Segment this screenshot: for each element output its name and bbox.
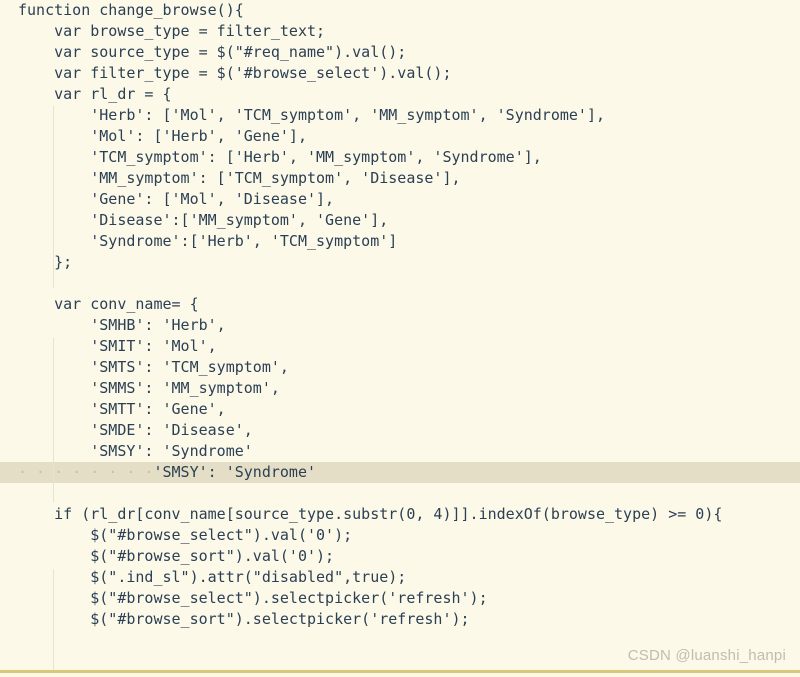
code-line-text: 'SMTS': 'TCM_symptom', (18, 358, 289, 376)
code-line-text: 'Gene': ['Mol', 'Disease'], (18, 190, 335, 208)
code-line-text: 'Herb': ['Mol', 'TCM_symptom', 'MM_sympt… (18, 106, 605, 124)
code-line-text: 'SMTT': 'Gene', (18, 400, 226, 418)
code-line[interactable]: function change_browse(){ (0, 0, 800, 21)
code-line-text: 'SMHB': 'Herb', (18, 316, 226, 334)
code-line-text: 'SMMS': 'MM_symptom', (18, 379, 280, 397)
code-line[interactable] (0, 273, 800, 294)
code-line[interactable]: 'SMSY': 'Syndrome' (0, 441, 800, 462)
code-line-text: $("#browse_select").val('0'); (18, 526, 353, 544)
code-line-text: $("#browse_sort").selectpicker('refresh'… (18, 610, 470, 628)
code-line-text: 'Disease':['MM_symptom', 'Gene'], (18, 211, 389, 229)
code-line-text: var source_type = $("#req_name").val(); (18, 43, 407, 61)
code-line[interactable]: 'Disease':['MM_symptom', 'Gene'], (0, 210, 800, 231)
code-line[interactable]: 'Herb': ['Mol', 'TCM_symptom', 'MM_sympt… (0, 105, 800, 126)
code-line[interactable]: 'Gene': ['Mol', 'Disease'], (0, 189, 800, 210)
code-line[interactable]: $("#browse_select").val('0'); (0, 525, 800, 546)
code-line[interactable]: · · · · · · · ·'SMSY': 'Syndrome' (0, 462, 800, 483)
code-line[interactable] (0, 483, 800, 504)
code-line-text: 'TCM_symptom': ['Herb', 'MM_symptom', 'S… (18, 148, 542, 166)
code-line-text: $("#browse_select").selectpicker('refres… (18, 589, 488, 607)
whitespace-dots: · · · · · · · · (18, 463, 154, 481)
code-line[interactable]: if (rl_dr[conv_name[source_type.substr(0… (0, 504, 800, 525)
code-line-text: 'SMIT': 'Mol', (18, 337, 217, 355)
code-line[interactable]: 'TCM_symptom': ['Herb', 'MM_symptom', 'S… (0, 147, 800, 168)
code-line-text: 'SMDE': 'Disease', (18, 421, 253, 439)
code-line[interactable]: 'SMTT': 'Gene', (0, 399, 800, 420)
code-line[interactable]: var rl_dr = { (0, 84, 800, 105)
code-line[interactable]: 'MM_symptom': ['TCM_symptom', 'Disease']… (0, 168, 800, 189)
code-line-text: $("#browse_sort").val('0'); (18, 547, 335, 565)
code-editor[interactable]: function change_browse(){ var browse_typ… (0, 0, 800, 677)
bottom-strip (0, 673, 800, 677)
code-line[interactable]: 'SMDE': 'Disease', (0, 420, 800, 441)
code-line[interactable]: 'SMHB': 'Herb', (0, 315, 800, 336)
code-line-text: 'Syndrome':['Herb', 'TCM_symptom'] (18, 232, 398, 250)
code-line[interactable]: 'Syndrome':['Herb', 'TCM_symptom'] (0, 231, 800, 252)
code-line-text: var conv_name= { (18, 295, 199, 313)
code-line[interactable]: $(".ind_sl").attr("disabled",true); (0, 567, 800, 588)
code-line-text: }; (18, 253, 73, 271)
code-line[interactable]: $("#browse_sort").selectpicker('refresh'… (0, 609, 800, 630)
code-line-text: var browse_type = filter_text; (18, 22, 326, 40)
code-line[interactable]: $("#browse_select").selectpicker('refres… (0, 588, 800, 609)
code-line-text: var rl_dr = { (18, 85, 172, 103)
code-content[interactable]: function change_browse(){ var browse_typ… (0, 0, 800, 630)
code-line-text: 'Mol': ['Herb', 'Gene'], (18, 127, 307, 145)
code-line[interactable]: $("#browse_sort").val('0'); (0, 546, 800, 567)
code-line-text: 'MM_symptom': ['TCM_symptom', 'Disease']… (18, 169, 461, 187)
code-line-text: 'SMSY': 'Syndrome' (18, 442, 253, 460)
code-line[interactable]: var conv_name= { (0, 294, 800, 315)
code-line-text: function change_browse(){ (18, 1, 244, 19)
csdn-watermark: CSDN @luanshi_hanpi (627, 647, 786, 664)
code-line[interactable]: var filter_type = $('#browse_select').va… (0, 63, 800, 84)
code-line[interactable]: 'SMTS': 'TCM_symptom', (0, 357, 800, 378)
code-line[interactable]: 'Mol': ['Herb', 'Gene'], (0, 126, 800, 147)
code-line[interactable]: }; (0, 252, 800, 273)
code-line-text: 'SMSY': 'Syndrome' (153, 463, 317, 481)
code-line-text: if (rl_dr[conv_name[source_type.substr(0… (18, 505, 723, 523)
code-line[interactable]: var source_type = $("#req_name").val(); (0, 42, 800, 63)
code-line[interactable]: 'SMIT': 'Mol', (0, 336, 800, 357)
code-line[interactable]: 'SMMS': 'MM_symptom', (0, 378, 800, 399)
code-line-text: $(".ind_sl").attr("disabled",true); (18, 568, 407, 586)
code-line-text: var filter_type = $('#browse_select').va… (18, 64, 452, 82)
code-line[interactable]: var browse_type = filter_text; (0, 21, 800, 42)
